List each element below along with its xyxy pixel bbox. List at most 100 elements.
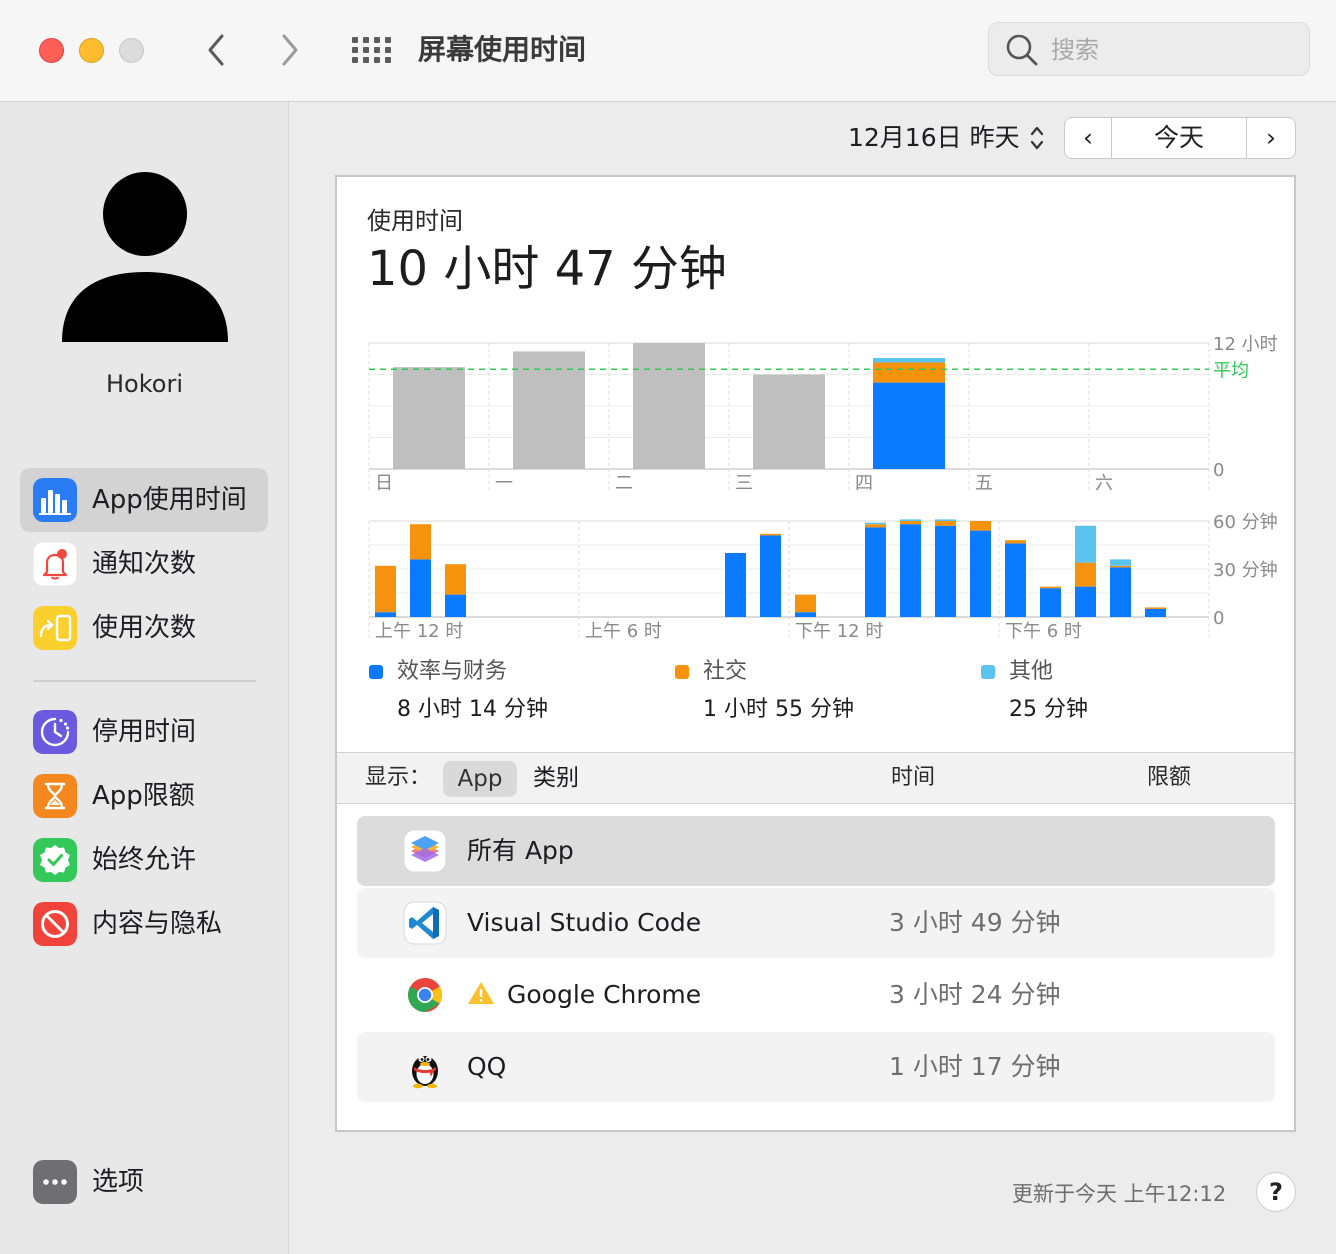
weekly-day-label: 六 [1095,473,1113,494]
legend-value: 25 分钟 [1009,697,1088,722]
app-time: 1 小时 17 分钟 [889,1052,1061,1081]
weekly-bar-segment [873,382,945,469]
hourly-bar-segment [760,535,781,617]
close-window-button[interactable] [39,38,64,63]
hourly-bar-segment [1110,565,1131,568]
qq-icon [412,1056,438,1089]
legend-dot [981,665,995,679]
hourglass-icon [33,774,77,818]
hourly-bar-segment [1075,525,1096,563]
table-row-all-apps[interactable]: 所有 App [357,816,1275,886]
sidebar-item-app-usage[interactable]: App使用时间 [20,468,268,532]
back-button[interactable] [196,28,236,72]
hourly-bar-segment [445,594,466,617]
help-button[interactable]: ? [1256,1172,1296,1212]
hourly-bar-segment [445,564,466,595]
average-label: 平均 [1213,360,1249,381]
weekly-bar-segment [873,362,945,383]
hourly-bar-segment [1075,562,1096,587]
hourly-bar-segment [900,521,921,525]
legend-name: 社交 [703,659,748,684]
previous-day-button[interactable]: ‹ [1064,117,1112,159]
show-all-grid-icon[interactable] [352,37,391,63]
hourly-bar-segment [970,521,991,531]
table-row-partial[interactable] [357,1104,1275,1132]
minimize-window-button[interactable] [79,38,104,63]
hourly-bar-segment [410,524,431,560]
sidebar-item-content-privacy[interactable]: 内容与隐私 [20,892,268,956]
user-name: Hokori [106,370,183,398]
zoom-window-button[interactable] [119,38,144,63]
app-name: Visual Studio Code [467,908,702,937]
sidebar-item-app-limits[interactable]: App限额 [20,764,268,828]
sidebar-item-label: 选项 [92,1167,145,1197]
hourly-x-tick-label: 上午 12 时 [375,621,463,642]
sidebar-item-notifications[interactable]: 通知次数 [20,532,268,596]
user-avatar-icon [62,172,228,342]
sidebar-item-options[interactable]: 选项 [20,1150,268,1214]
sidebar-item-label: 通知次数 [92,549,197,579]
sidebar-item-downtime[interactable]: 停用时间 [20,700,268,764]
hourly-bar-segment [375,612,396,617]
hourly-y-tick-label: 30 分钟 [1213,560,1278,581]
weekly-y-tick-label: 12 小时 [1213,334,1278,355]
legend-dot [369,665,383,679]
column-header-time[interactable]: 时间 [891,753,935,803]
hourly-y-tick-label: 0 [1213,608,1224,629]
sidebar-item-label: 始终允许 [92,845,197,875]
today-button[interactable]: 今天 [1112,117,1246,159]
show-label: 显示： [365,765,432,790]
hourly-bar-segment [795,612,816,617]
app-name-text: Google Chrome [507,980,702,1009]
hourly-bar-segment [970,530,991,617]
sidebar-item-pickups[interactable]: 使用次数 [20,596,268,660]
date-selector[interactable]: 12月16日 昨天 [848,120,1020,156]
hourly-bar-segment [795,594,816,613]
hourly-x-tick-label: 上午 6 时 [585,621,662,642]
downtime-icon [33,710,77,754]
hourly-y-tick-label: 60 分钟 [1213,512,1278,533]
legend-name: 其他 [1009,659,1054,684]
table-row-vscode[interactable]: Visual Studio Code 3 小时 49 分钟 [357,888,1275,958]
table-row-qq[interactable]: QQ 1 小时 17 分钟 [357,1032,1275,1102]
hourly-x-tick-label: 下午 12 时 [795,621,883,642]
legend-value: 8 小时 14 分钟 [397,697,548,722]
column-header-limit[interactable]: 限额 [1147,753,1191,803]
legend-value: 1 小时 55 分钟 [703,697,854,722]
vscode-icon [403,901,447,945]
last-updated: 更新于今天 上午12:12 [1012,1182,1227,1206]
show-app-toggle[interactable]: App [443,761,517,797]
sidebar-item-label: 内容与隐私 [92,909,223,939]
show-category-toggle[interactable]: 类别 [533,753,579,803]
forward-button[interactable] [270,28,310,72]
sidebar: Hokori App使用时间 通知次数 使用次数 停用时间 App限额 始终允许… [0,102,289,1254]
sidebar-item-always-allowed[interactable]: 始终允许 [20,828,268,892]
hourly-bar-segment [900,524,921,617]
weekly-bar-past [753,374,825,469]
hourly-bar-segment [1005,543,1026,617]
legend-name: 效率与财务 [397,659,508,684]
next-day-button[interactable]: › [1246,117,1296,159]
usage-charts: 日 一 二 三 四 五 六 平均 12 小时 0 上午 12 时 上午 6 时 下午 12 时 下午 6 … [368,334,1278,642]
weekly-day-label: 四 [855,473,873,494]
table-row-chrome[interactable]: Google Chrome 3 小时 24 分钟 [357,960,1275,1030]
hourly-bar-segment [1110,567,1131,617]
search-field[interactable] [988,22,1310,76]
app-time: 3 小时 49 分钟 [889,908,1061,937]
sidebar-divider [33,680,256,682]
hourly-bar-segment [935,519,956,521]
all-apps-icon [403,829,447,873]
search-input[interactable] [1049,31,1293,69]
weekly-bar-segment [873,358,945,363]
search-icon [1006,34,1038,66]
hourly-bar-segment [1040,586,1061,589]
app-icon [403,1117,447,1132]
no-entry-icon [33,902,77,946]
app-time: 3 小时 24 分钟 [889,980,1061,1009]
hourly-bar-segment [375,565,396,613]
window-title: 屏幕使用时间 [418,33,587,66]
chevron-up-down-icon[interactable] [1030,124,1044,152]
hourly-bar-segment [1145,607,1166,609]
hourly-bar-segment [865,527,886,617]
chevron-left-icon [208,34,224,66]
